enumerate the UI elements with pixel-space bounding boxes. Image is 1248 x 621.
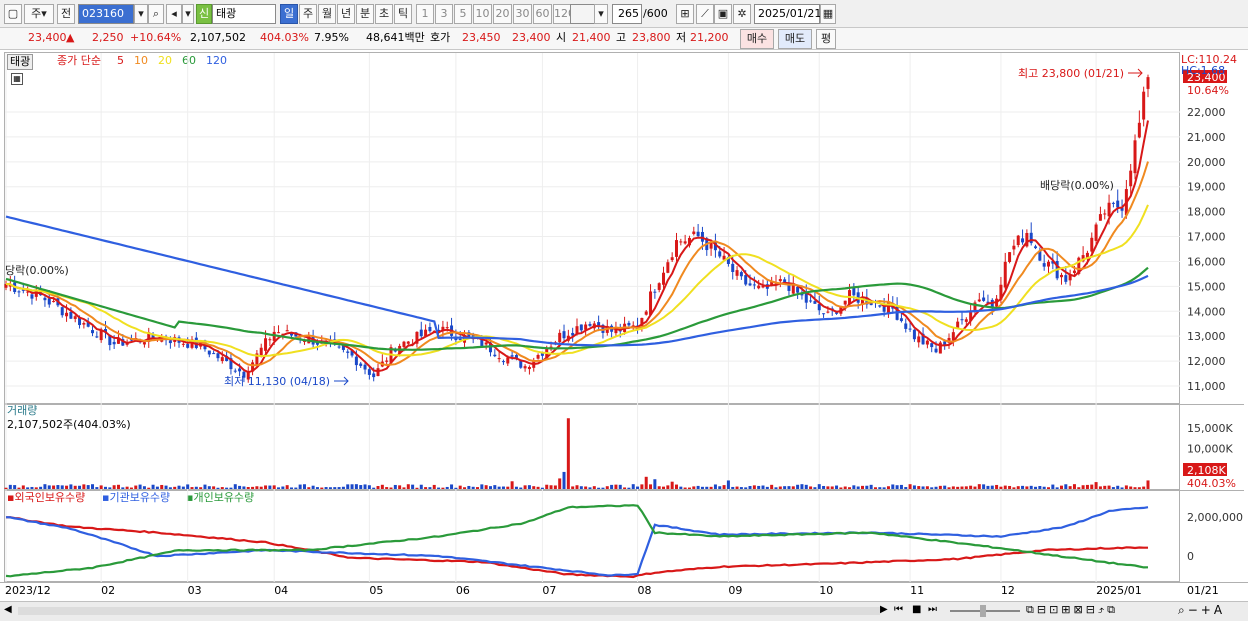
holdings-axis xyxy=(1180,490,1244,582)
time-label: 05 xyxy=(369,584,384,597)
ma-label: 종가 단순 xyxy=(57,54,101,67)
change-percent: +10.64% xyxy=(130,31,182,44)
high-price: 23,800 xyxy=(632,31,671,44)
search-icon[interactable]: ⌕ xyxy=(148,4,164,24)
ma-legend-60[interactable]: 60 xyxy=(182,51,196,71)
period-mode-select[interactable]: 주▾ xyxy=(24,4,54,24)
time-label: 2023/12 xyxy=(5,584,51,597)
time-label: 2025/01 xyxy=(1096,584,1142,597)
last-icon[interactable]: ⏭ xyxy=(928,604,937,615)
hoga-label: 호가 xyxy=(430,31,451,44)
zoom-thumb[interactable] xyxy=(980,605,986,617)
period-button-2[interactable]: 월 xyxy=(318,4,336,24)
count-input[interactable]: 265 xyxy=(612,4,642,24)
time-axis: 2023/12 02 03 04 05 06 07 08 09 10 11 12 2025/01 01/2… xyxy=(0,582,1248,600)
draw-tool-icon[interactable]: ⟋ xyxy=(696,4,714,24)
holdings-pane[interactable]: ▪외국인보유수량 ▪기관보유수량 ▪개인보유수량 xyxy=(4,490,1180,582)
window-icon[interactable]: ▢ xyxy=(4,4,22,24)
interval-button-1[interactable]: 3 xyxy=(435,4,453,24)
quote-bar: 23,400 ▲ 2,250 +10.64% 2,107,502 404.03%… xyxy=(0,28,1248,50)
time-label: 12 xyxy=(1000,584,1015,597)
volume-pane[interactable]: 거래량 2,107,502주(404.03%) xyxy=(4,404,1180,490)
speaker-icon[interactable]: ◂ xyxy=(166,4,182,24)
scroll-right-icon[interactable]: ▶ xyxy=(880,604,888,615)
volume-value: 2,107,502 xyxy=(190,31,246,44)
time-label: 02 xyxy=(101,584,116,597)
date-input[interactable]: 2025/01/21 xyxy=(754,4,821,24)
bottom-scrollbar[interactable]: ◀ ▶ ⏮ ■ ⏭ ⧉⊟⊡⊞⊠⊟⤴⧉ ⌕−+A xyxy=(0,601,1248,621)
main-toolbar: ▢ 주▾ 전 023160 ▾ ⌕ ◂ ▾ 신 태광 일주월년분초틱 1 3 5 10… xyxy=(0,0,1248,28)
interval-button-0[interactable]: 1 xyxy=(416,4,434,24)
low-label: 저 xyxy=(676,31,687,44)
zoom-tools-icons[interactable]: ⌕−+A xyxy=(1178,603,1225,618)
time-label: 04 xyxy=(274,584,289,597)
change-arrow: ▲ xyxy=(66,31,75,44)
buy-button[interactable]: 매수 xyxy=(740,29,774,49)
stop-icon[interactable]: ■ xyxy=(912,604,921,615)
chart-tool-icon[interactable]: ⊞ xyxy=(676,4,694,24)
stock-name-field[interactable]: 태광 xyxy=(212,4,276,24)
interval-button-2[interactable]: 5 xyxy=(454,4,472,24)
sell-button[interactable]: 매도 xyxy=(778,29,812,49)
current-price: 23,400 xyxy=(28,31,67,44)
ma-legend-10[interactable]: 10 xyxy=(134,51,148,71)
new-badge: 신 xyxy=(196,4,212,24)
time-label: 10 xyxy=(819,584,834,597)
period-button-3[interactable]: 년 xyxy=(337,4,355,24)
open-price: 21,400 xyxy=(572,31,611,44)
code-dropdown-icon[interactable]: ▾ xyxy=(134,4,148,24)
count-total: /600 xyxy=(643,7,668,20)
period-button-6[interactable]: 틱 xyxy=(394,4,412,24)
ma-legend-20[interactable]: 20 xyxy=(158,51,172,71)
calendar-icon[interactable]: ▦ xyxy=(820,4,836,24)
time-label: 11 xyxy=(910,584,925,597)
interval-button-5[interactable]: 30 xyxy=(513,4,532,24)
turnover-ratio: 7.95% xyxy=(314,31,349,44)
time-label: 09 xyxy=(728,584,743,597)
volume-ratio: 404.03% xyxy=(260,31,309,44)
change-amount: 2,250 xyxy=(92,31,124,44)
period-button-1[interactable]: 주 xyxy=(299,4,317,24)
period-button-4[interactable]: 분 xyxy=(356,4,374,24)
ask-price: 23,450 xyxy=(462,31,501,44)
trade-amount: 48,641백만 xyxy=(366,31,425,44)
time-label: 08 xyxy=(637,584,652,597)
time-label: 06 xyxy=(455,584,470,597)
view-tools-icons[interactable]: ⧉⊟⊡⊞⊠⊟⤴⧉ xyxy=(1026,603,1118,617)
low-price: 21,200 xyxy=(690,31,729,44)
period-button-5[interactable]: 초 xyxy=(375,4,393,24)
holdings-legend-2[interactable]: ▪개인보유수량 xyxy=(186,488,254,508)
bid-price: 23,400 xyxy=(512,31,551,44)
scroll-left-icon[interactable]: ◀ xyxy=(4,604,12,615)
price-pane[interactable]: 태광 종가 단순 5 10 20 60 120 ▦ xyxy=(4,52,1180,404)
save-icon[interactable]: ▣ xyxy=(714,4,732,24)
time-label: 03 xyxy=(187,584,202,597)
ma-legend-120[interactable]: 120 xyxy=(206,51,227,71)
interval-button-6[interactable]: 60 xyxy=(533,4,552,24)
open-label: 시 xyxy=(556,31,567,44)
first-icon[interactable]: ⏮ xyxy=(894,604,903,615)
period-button-0[interactable]: 일 xyxy=(280,4,298,24)
volume-axis xyxy=(1180,404,1244,490)
calculator-icon[interactable]: ▦ xyxy=(11,73,23,85)
interval-dropdown-icon[interactable]: ▾ xyxy=(594,4,608,24)
volume-value-label: 2,107,502주(404.03%) xyxy=(7,418,131,431)
holdings-legend-1[interactable]: ▪기관보유수량 xyxy=(102,488,170,508)
time-label-last: 01/21 xyxy=(1187,584,1219,597)
stock-name-tag: 태광 xyxy=(7,54,34,70)
ma-legend-5[interactable]: 5 xyxy=(117,51,124,71)
stock-code-input[interactable]: 023160 xyxy=(78,4,134,24)
interval-button-4[interactable]: 20 xyxy=(493,4,512,24)
speaker-dropdown-icon[interactable]: ▾ xyxy=(182,4,194,24)
scroll-track[interactable] xyxy=(18,607,880,615)
gear-icon[interactable]: ✲ xyxy=(733,4,751,24)
time-label: 07 xyxy=(542,584,557,597)
eval-button[interactable]: 평 xyxy=(816,29,836,49)
holdings-legend-0[interactable]: ▪외국인보유수량 xyxy=(7,488,85,508)
price-axis xyxy=(1180,52,1244,404)
prev-button[interactable]: 전 xyxy=(57,4,75,24)
high-label: 고 xyxy=(616,31,627,44)
interval-button-3[interactable]: 10 xyxy=(473,4,492,24)
